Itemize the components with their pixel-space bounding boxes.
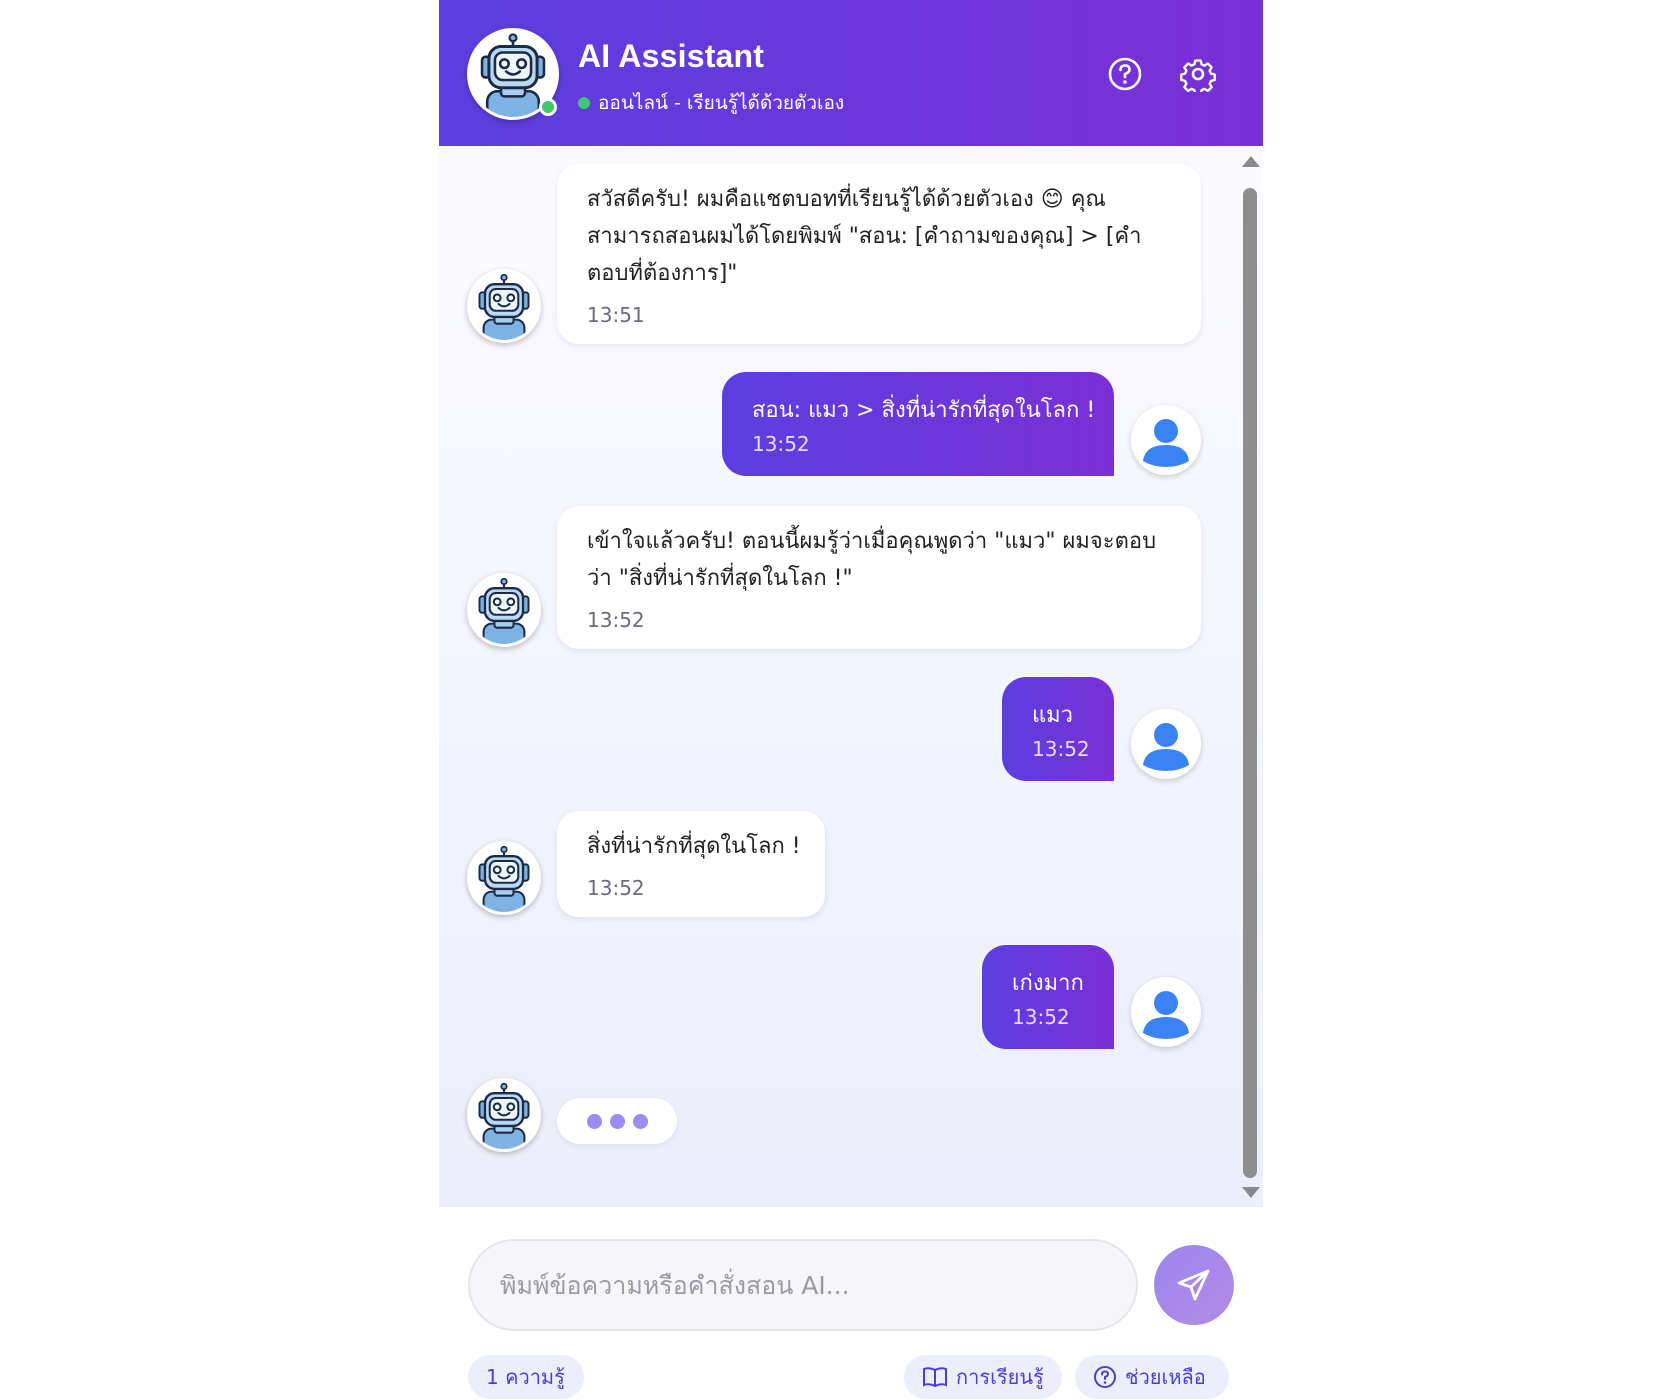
message-text-line: เก่งมาก [1012,971,1084,996]
bot-avatar [467,269,541,343]
scroll-thumb[interactable] [1243,188,1257,1178]
bot-avatar [467,1078,541,1152]
composer: 1 ความรู้ การเรียนรู้ ช่วยเหลือ [439,1206,1263,1400]
user-avatar-icon [1131,709,1201,779]
typing-dot [632,1113,648,1129]
user-avatar-icon [1131,977,1201,1047]
help-label: ช่วยเหลือ [1125,1365,1206,1389]
typing-dot [586,1113,602,1129]
chat-header: AI Assistant ออนไลน์ - เรียนรู้ได้ด้วยตั… [439,0,1263,146]
scrollbar[interactable] [1237,146,1263,1206]
bot-avatar [467,841,541,915]
message-time: 13:52 [752,432,810,456]
send-button[interactable] [1154,1245,1234,1325]
bot-message: เข้าใจแล้วครับ! ตอนนี้ผมรู้ว่าเมื่อคุณพู… [557,506,1201,649]
knowledge-count: 1 ความรู้ [486,1365,565,1389]
learning-button[interactable]: การเรียนรู้ [904,1355,1062,1399]
learning-label: การเรียนรู้ [956,1365,1044,1389]
user-message: เก่งมาก 13:52 [982,945,1114,1049]
message-text-line: ตอบที่ต้องการ]" [587,261,738,286]
assistant-avatar [467,28,559,120]
message-text-line: สวัสดีครับ! ผมคือแชตบอทที่เรียนรู้ได้ด้ว… [587,187,1106,212]
status-text: ออนไลน์ - เรียนรู้ได้ด้วยตัวเอง [598,92,845,114]
message-input[interactable] [468,1239,1138,1331]
app-title: AI Assistant [578,38,765,74]
message-text-line: สามารถสอนผมได้โดยพิมพ์ "สอน: [คำถามของคุ… [587,224,1142,249]
message-text-line: สอน: แมว > สิ่งที่น่ารักที่สุดในโลก ! [752,398,1096,423]
message-time: 13:52 [1032,737,1090,761]
help-circle-icon [1108,57,1142,91]
message-text-line: แมว [1032,703,1074,728]
message-text-line: สิ่งที่น่ารักที่สุดในโลก ! [587,834,801,859]
send-icon [1177,1269,1210,1301]
help-circle-icon [1094,1366,1116,1388]
message-time: 13:52 [587,608,645,632]
chat-window: AI Assistant ออนไลน์ - เรียนรู้ได้ด้วยตั… [439,0,1263,1400]
message-time: 13:51 [587,303,645,327]
message-text-line: เข้าใจแล้วครับ! ตอนนี้ผมรู้ว่าเมื่อคุณพู… [587,529,1157,554]
settings-button[interactable] [1178,54,1218,94]
gear-icon [1180,59,1216,92]
help-button[interactable] [1105,54,1145,94]
user-message: แมว 13:52 [1002,677,1114,781]
status-line: ออนไลน์ - เรียนรู้ได้ด้วยตัวเอง [578,88,844,118]
bot-message: สวัสดีครับ! ผมคือแชตบอทที่เรียนรู้ได้ด้ว… [557,164,1201,344]
typing-dot [609,1113,625,1129]
user-avatar-icon [1131,405,1201,475]
scroll-down-arrow-icon[interactable] [1242,1187,1260,1198]
help-chip-button[interactable]: ช่วยเหลือ [1075,1355,1229,1399]
knowledge-count-badge[interactable]: 1 ความรู้ [468,1355,584,1399]
scroll-up-arrow-icon[interactable] [1242,156,1260,167]
message-text-line: ว่า "สิ่งที่น่ารักที่สุดในโลก !" [587,566,853,591]
message-list[interactable]: สวัสดีครับ! ผมคือแชตบอทที่เรียนรู้ได้ด้ว… [439,146,1263,1206]
online-dot [578,97,590,109]
bot-avatar [467,573,541,647]
bot-message: สิ่งที่น่ารักที่สุดในโลก ! 13:52 [557,811,825,917]
message-time: 13:52 [587,876,645,900]
message-time: 13:52 [1012,1005,1070,1029]
online-indicator [539,98,557,116]
typing-indicator [557,1098,677,1144]
user-message: สอน: แมว > สิ่งที่น่ารักที่สุดในโลก ! 13… [722,372,1114,476]
book-icon [923,1367,947,1388]
